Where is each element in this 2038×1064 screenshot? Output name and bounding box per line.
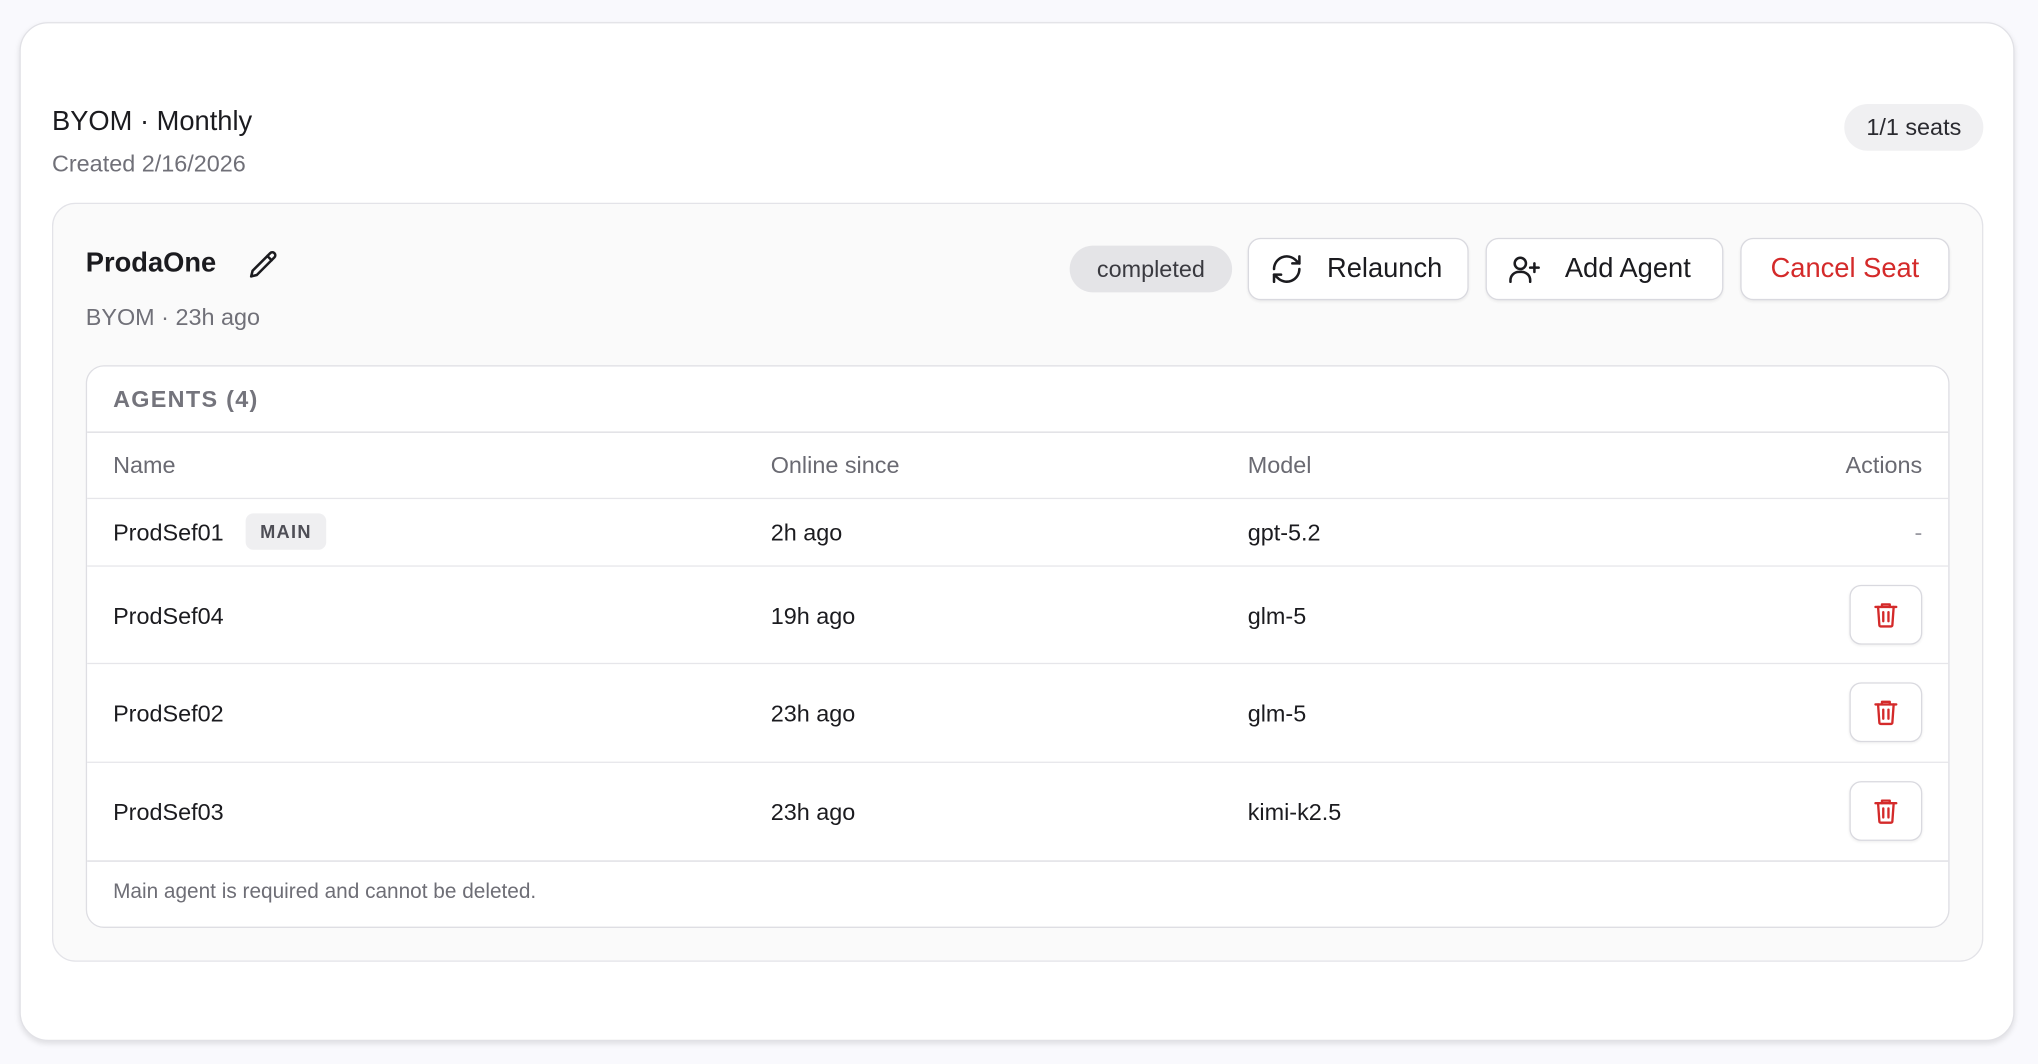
divider [87,860,1949,862]
cancel-seat-button[interactable]: Cancel Seat [1740,237,1950,301]
agent-name: ProdSef01 [113,519,224,546]
agent-online-since: 23h ago [770,799,856,826]
plan-title: BYOM · Monthly [51,106,253,137]
pencil-icon [249,251,277,278]
agent-model: gpt-5.2 [1247,519,1321,546]
trash-icon [1874,700,1898,726]
column-header-online-since: Online since [770,452,900,479]
trash-icon [1874,603,1898,628]
agent-online-since: 2h ago [770,519,843,546]
divider [87,431,1949,433]
refresh-icon [1270,252,1304,286]
no-action-dash: - [1914,519,1923,546]
agent-name: ProdSef04 [113,603,224,630]
agent-name: ProdSef02 [113,700,224,727]
seats-badge: 1/1 seats [1844,103,1984,151]
agent-model: kimi-k2.5 [1247,799,1342,826]
trash-icon [1874,799,1898,824]
divider [87,497,1949,500]
seat-name: ProdaOne [85,248,217,279]
column-header-model: Model [1247,452,1312,479]
delete-agent-button[interactable] [1849,682,1923,743]
agent-name: ProdSef03 [113,799,224,826]
column-header-actions: Actions [1845,452,1923,479]
footnote: Main agent is required and cannot be del… [113,881,537,904]
plan-created-date: Created 2/16/2026 [51,150,246,177]
delete-agent-button[interactable] [1849,781,1923,841]
column-header-name: Name [113,452,176,479]
edit-seat-name-button[interactable] [244,246,283,285]
agents-panel: AGENTS (4) Name Online since Model Actio… [85,365,1950,928]
status-badge: completed [1069,245,1233,293]
add-agent-button[interactable]: Add Agent [1485,237,1724,301]
user-plus-icon [1508,252,1542,286]
agent-model: glm-5 [1247,603,1307,630]
relaunch-button[interactable]: Relaunch [1247,237,1469,301]
agent-model: glm-5 [1247,700,1307,727]
divider [87,662,1949,665]
relaunch-label: Relaunch [1326,253,1443,284]
add-agent-label: Add Agent [1564,253,1691,284]
delete-agent-button[interactable] [1849,584,1923,645]
agent-online-since: 19h ago [770,603,856,630]
divider [87,761,1949,763]
agent-online-since: 23h ago [770,700,856,727]
divider [87,565,1949,567]
agents-heading: AGENTS (4) [113,386,259,413]
main-badge: MAIN [245,513,327,550]
page: BYOM · Monthly Created 2/16/2026 1/1 sea… [0,0,2038,1064]
seat-meta: BYOM · 23h ago [85,304,261,331]
